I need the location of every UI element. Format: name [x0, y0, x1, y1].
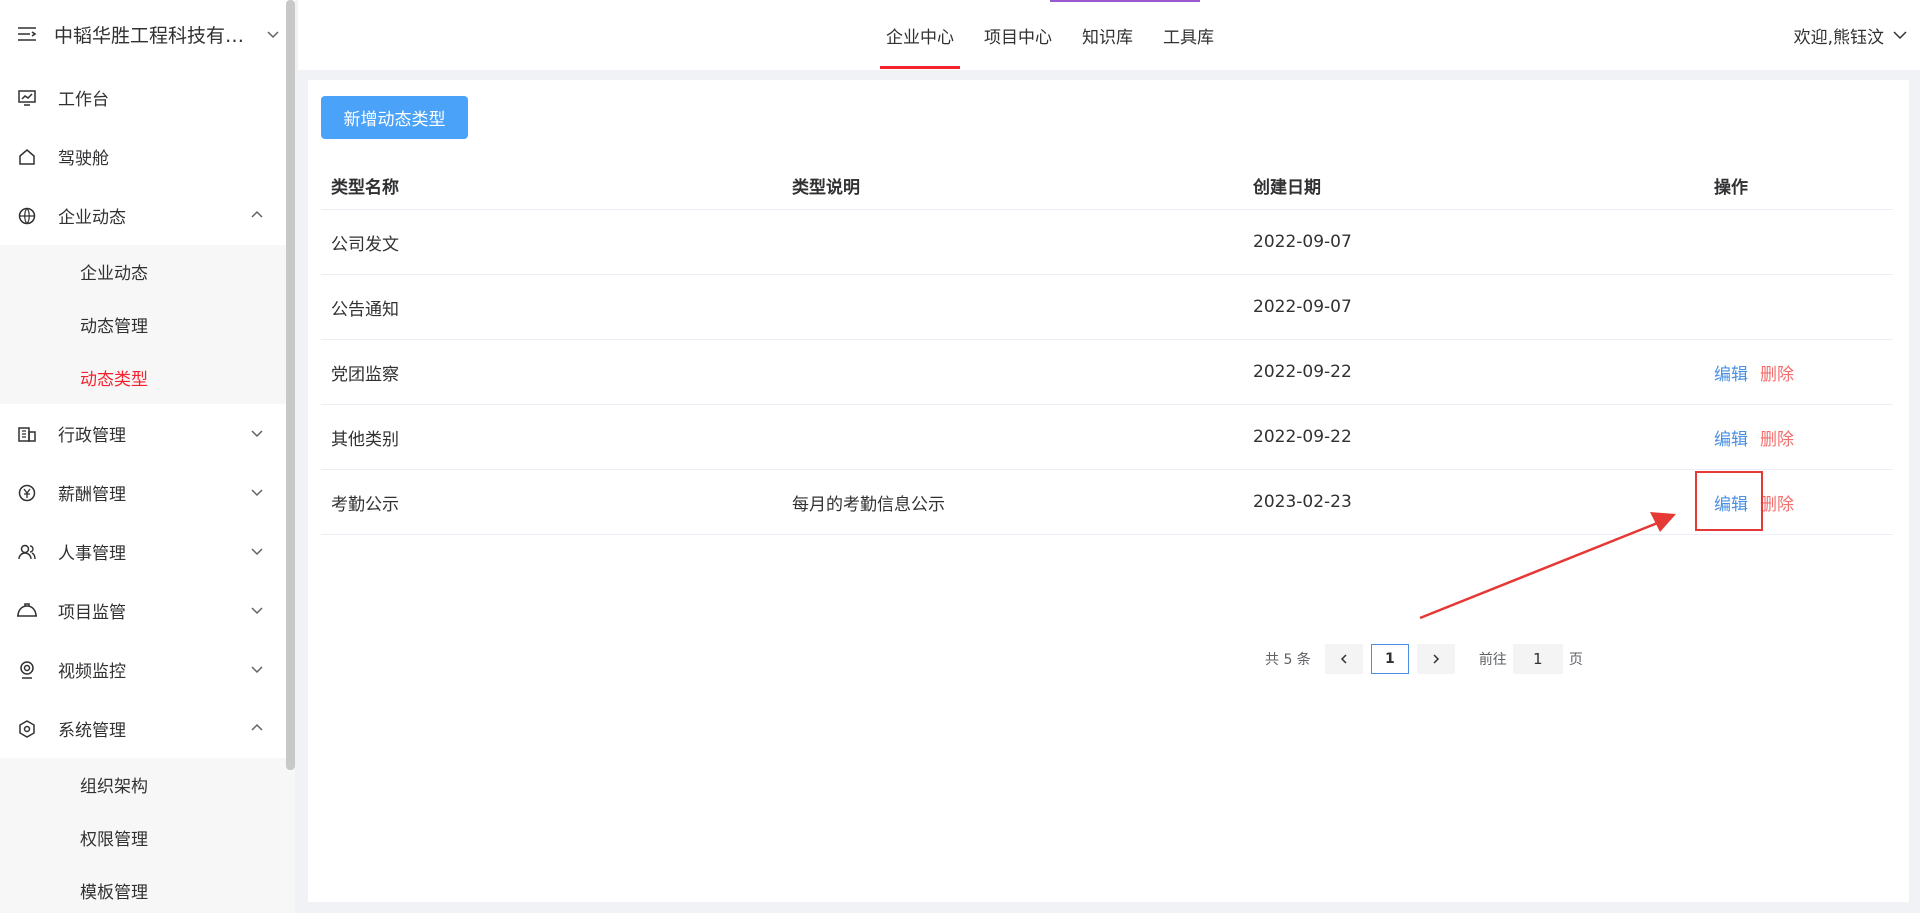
user-menu[interactable]: 欢迎,熊钰汶 [1794, 0, 1908, 70]
goto-page-input[interactable]: 1 [1512, 644, 1563, 674]
sidebar-item-project-monitor[interactable]: 项目监管 [0, 581, 295, 640]
user-greeting: 欢迎,熊钰汶 [1793, 27, 1884, 48]
sidebar-item-enterprise-news[interactable]: 企业动态 [0, 186, 295, 245]
chevron-down-icon [1893, 31, 1907, 40]
sidebar-item-admin[interactable]: 行政管理 [0, 404, 295, 463]
table-row: 公司发文 2022-09-07 [321, 210, 1893, 275]
delete-link[interactable]: 删除 [1760, 430, 1794, 450]
table-row: 公告通知 2022-09-07 [321, 275, 1893, 340]
chevron-up-icon [250, 208, 264, 222]
sidebar-item-label: 工作台 [58, 90, 109, 110]
table-row: 党团监察 2022-09-22 编辑 删除 [321, 340, 1893, 405]
actions-cell: 编辑 删除 [1704, 425, 1893, 450]
type-name-cell: 考勤公示 [331, 494, 399, 515]
edit-link[interactable]: 编辑 [1714, 430, 1748, 450]
actions-cell: 编辑 删除 [1704, 360, 1893, 385]
column-header: 类型名称 [331, 178, 399, 198]
next-page-button[interactable] [1416, 644, 1455, 674]
created-date-cell: 2022-09-07 [1253, 297, 1352, 317]
tab-project-center[interactable]: 项目中心 [978, 0, 1058, 70]
home-icon [16, 146, 38, 168]
sidebar-item-label: 系统管理 [58, 721, 126, 741]
sidebar: 中韬华胜工程科技有限公司 工作台 驾驶舱 企业动态 企业动态 动态管理 动态类型 [0, 0, 295, 913]
chevron-down-icon [250, 662, 264, 676]
column-header: 创建日期 [1253, 178, 1321, 198]
edit-link[interactable]: 编辑 [1714, 365, 1748, 385]
pagination: 共 5 条 1 前往 1 页 [1265, 644, 1583, 674]
created-date-cell: 2022-09-07 [1253, 232, 1352, 252]
main-content: 新增动态类型 类型名称 类型说明 创建日期 操作 公司发文 2022-09-07… [308, 80, 1909, 902]
total-count: 共 5 条 [1265, 652, 1311, 668]
sidebar-item-label: 行政管理 [58, 426, 126, 446]
sidebar-subitem-enterprise-news[interactable]: 企业动态 [0, 245, 295, 298]
top-navbar: 企业中心 项目中心 知识库 工具库 欢迎,熊钰汶 [298, 0, 1920, 70]
sidebar-item-video-monitor[interactable]: 视频监控 [0, 640, 295, 699]
chevron-down-icon [250, 603, 264, 617]
sidebar-subitem-news-types[interactable]: 动态类型 [0, 351, 295, 404]
prev-page-button[interactable] [1324, 644, 1363, 674]
sidebar-item-workbench[interactable]: 工作台 [0, 68, 295, 127]
page-number[interactable]: 1 [1370, 644, 1409, 674]
top-tabs: 企业中心 项目中心 知识库 工具库 [880, 0, 1238, 70]
table-row: 其他类别 2022-09-22 编辑 删除 [321, 405, 1893, 470]
sidebar-brand[interactable]: 中韬华胜工程科技有限公司 [0, 0, 295, 68]
chevron-left-icon [1340, 654, 1347, 664]
sidebar-item-system[interactable]: 系统管理 [0, 699, 295, 758]
sidebar-item-salary[interactable]: 薪酬管理 [0, 463, 295, 522]
money-icon [16, 482, 38, 504]
sidebar-item-hr[interactable]: 人事管理 [0, 522, 295, 581]
users-icon [16, 541, 38, 563]
table-header: 类型名称 类型说明 创建日期 操作 [321, 162, 1893, 210]
chevron-up-icon [250, 721, 264, 735]
table-row: 考勤公示 每月的考勤信息公示 2023-02-23 编辑 删除 [321, 470, 1893, 535]
globe-icon [16, 205, 38, 227]
sidebar-scrollbar[interactable] [286, 0, 295, 770]
submenu-system: 组织架构 权限管理 模板管理 [0, 758, 295, 913]
camera-icon [16, 659, 38, 681]
add-news-type-button[interactable]: 新增动态类型 [321, 96, 468, 139]
type-name-cell: 党团监察 [331, 364, 399, 385]
goto-prefix: 前往 [1478, 652, 1507, 668]
news-type-table: 类型名称 类型说明 创建日期 操作 公司发文 2022-09-07 公告通知 2… [321, 162, 1893, 535]
delete-link[interactable]: 删除 [1760, 495, 1794, 515]
monitor-chart-icon [16, 87, 38, 109]
chevron-down-icon [250, 426, 264, 440]
sidebar-subitem-templates[interactable]: 模板管理 [0, 864, 295, 913]
tab-enterprise-center[interactable]: 企业中心 [880, 0, 960, 70]
menu-fold-icon[interactable] [16, 23, 38, 45]
gear-icon [16, 718, 38, 740]
submenu-enterprise-news: 企业动态 动态管理 动态类型 [0, 245, 295, 404]
sidebar-item-label: 薪酬管理 [58, 485, 126, 505]
tab-tool-library[interactable]: 工具库 [1157, 0, 1220, 70]
company-name: 中韬华胜工程科技有限公司 [54, 24, 254, 47]
chevron-right-icon [1433, 654, 1439, 664]
created-date-cell: 2022-09-22 [1253, 427, 1352, 447]
tab-knowledge-base[interactable]: 知识库 [1076, 0, 1139, 70]
sidebar-item-label: 视频监控 [58, 662, 126, 682]
sidebar-item-label: 项目监管 [58, 603, 126, 623]
type-name-cell: 公司发文 [331, 234, 399, 255]
sidebar-item-label: 企业动态 [58, 208, 126, 228]
sidebar-item-cockpit[interactable]: 驾驶舱 [0, 127, 295, 186]
sidebar-item-label: 人事管理 [58, 544, 126, 564]
created-date-cell: 2022-09-22 [1253, 362, 1352, 382]
chevron-down-icon [250, 544, 264, 558]
sidebar-item-label: 驾驶舱 [58, 149, 109, 169]
type-name-cell: 公告通知 [331, 299, 399, 320]
delete-link[interactable]: 删除 [1760, 365, 1794, 385]
column-header: 类型说明 [792, 178, 860, 198]
highlight-box [1695, 471, 1763, 531]
sidebar-subitem-news-management[interactable]: 动态管理 [0, 298, 295, 351]
helmet-icon [16, 600, 38, 622]
created-date-cell: 2023-02-23 [1253, 492, 1352, 512]
column-header: 操作 [1714, 178, 1748, 198]
building-icon [16, 423, 38, 445]
chevron-down-icon[interactable] [266, 27, 280, 41]
goto-suffix: 页 [1568, 652, 1583, 668]
chevron-down-icon [250, 485, 264, 499]
sidebar-subitem-org-structure[interactable]: 组织架构 [0, 758, 295, 811]
sidebar-subitem-permissions[interactable]: 权限管理 [0, 811, 295, 864]
type-desc-cell: 每月的考勤信息公示 [792, 494, 945, 515]
type-name-cell: 其他类别 [331, 429, 399, 450]
